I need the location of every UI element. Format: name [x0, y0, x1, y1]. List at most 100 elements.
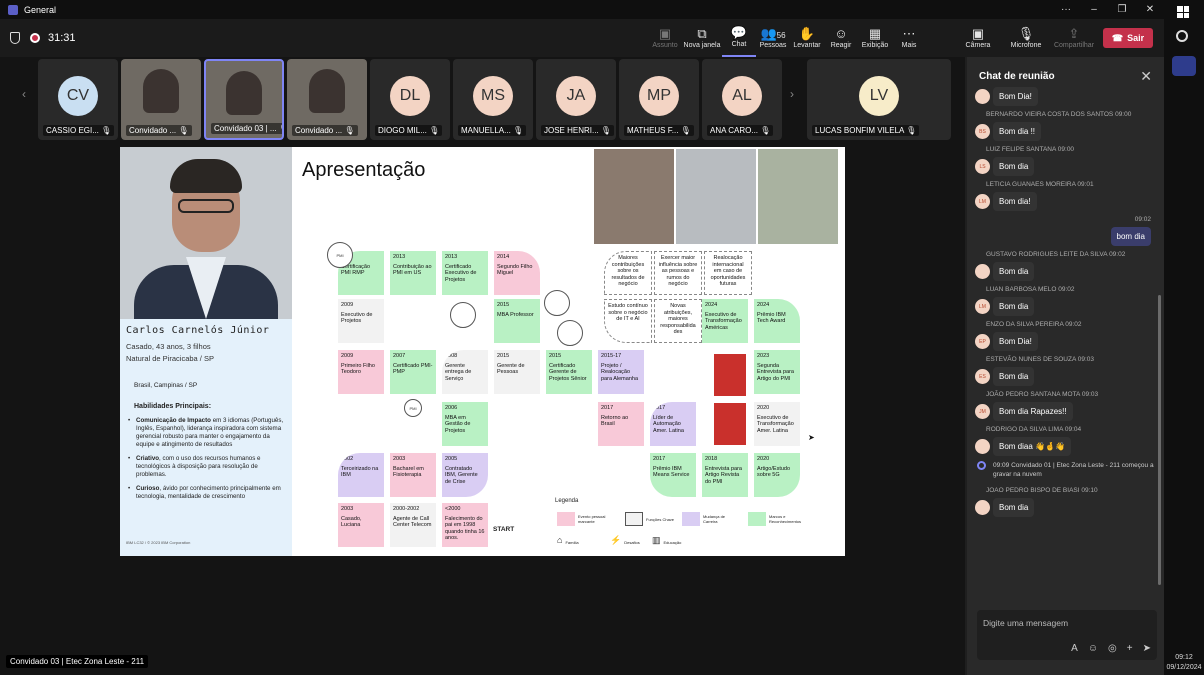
profile-name: Carlos Carnelós Júnior	[126, 325, 270, 336]
send-icon[interactable]: ➤	[1143, 643, 1151, 654]
chat-message[interactable]: ESTEVÃO NUNES DE SOUZA 09:03 ES Bom dia	[975, 356, 1157, 386]
message-row: Bom diaa 👋🤞👋	[975, 437, 1157, 456]
legend-swatch	[557, 512, 575, 526]
sticker-icon[interactable]: ◎	[1108, 643, 1117, 654]
lightning-icon: ⚡	[610, 535, 622, 545]
message-meta: RODRIGO DA SILVA LIMA 09:04	[986, 426, 1157, 433]
message-list[interactable]: Bom Dia! BERNARDO VIEIRA COSTA DOS SANTOS…	[975, 87, 1157, 625]
chat-message[interactable]: Bom Dia!	[975, 87, 1157, 106]
timeline-year: 2006	[445, 405, 458, 411]
legend-swatch	[625, 512, 643, 526]
chevron-left-icon[interactable]: ‹	[22, 87, 26, 101]
pmi-badge-icon: PMI	[327, 242, 353, 268]
avatar: DL	[390, 76, 430, 116]
timeline-event: 2023 Segunda Entrevista para Artigo do PM…	[754, 350, 800, 394]
timeline-event: 2017 Prêmio IBM Means Service	[650, 453, 696, 497]
toolbar-pop-out-button[interactable]: ⧉ Nova janela	[682, 19, 722, 57]
profile-info: Casado, 43 anos, 3 filhos Natural de Pir…	[126, 341, 214, 365]
message-time: 09:00	[1115, 111, 1132, 118]
participant-name: ANA CARO... 🎙	[707, 125, 774, 136]
toolbar-people-button[interactable]: 👥56 Pessoas	[756, 19, 790, 57]
windows-start-icon[interactable]	[1177, 6, 1189, 18]
timeline-text: Casado, Luciana	[341, 515, 362, 529]
compose-box[interactable]: A ☺ ◎ + ➤	[977, 610, 1157, 660]
message-sender: BERNARDO VIEIRA COSTA DOS SANTOS	[986, 111, 1114, 118]
chat-message[interactable]: JOÃO PEDRO SANTANA MOTA 09:03 JM Bom dia R…	[975, 391, 1157, 421]
message-bubble: Bom diaa 👋🤞👋	[993, 437, 1071, 456]
minimize-button[interactable]: –	[1080, 4, 1108, 15]
participant-tile[interactable]: Convidado 03 | ... 🎙	[204, 59, 284, 140]
timeline-text: Prêmio IBM Tech Award	[757, 311, 786, 325]
chat-scrollbar[interactable]	[1158, 295, 1161, 585]
participant-tile[interactable]: MP MATHEUS F... 🎙	[619, 59, 699, 140]
legend-label: Funções Chave	[646, 516, 675, 522]
chat-message[interactable]: LETICIA GUANAES MOREIRA 09:01 LM Bom dia!	[975, 181, 1157, 211]
toolbar-more-button[interactable]: ⋯ Mais	[892, 19, 926, 57]
meeting-timer: 31:31	[48, 32, 76, 44]
system-clock[interactable]: 09:12 09/12/2024	[1164, 653, 1204, 673]
participant-tile[interactable]: LV LUCAS BONFIM VILELA 🎙	[807, 59, 951, 140]
participant-tile[interactable]: Convidado ... 🎙	[287, 59, 367, 140]
meeting-toolbar: 31:31 ▣ Assunto ⧉ Nova janela 💬 Chat 👥56 Pessoa…	[0, 19, 1164, 57]
chevron-right-icon[interactable]: ›	[790, 87, 794, 101]
chat-message[interactable]: RODRIGO DA SILVA LIMA 09:04 Bom diaa 👋🤞👋	[975, 426, 1157, 456]
timeline-event: <2000 Falecimento do pai em 1998 quando t…	[442, 503, 488, 547]
avatar	[975, 89, 990, 104]
message-sender: JOAO PEDRO BISPO DE BIASI	[986, 487, 1080, 494]
skill-bold: Curioso	[136, 485, 160, 492]
format-icon[interactable]: A	[1071, 643, 1078, 654]
chat-message[interactable]: LUIZ FELIPE SANTANA 09:00 LS Bom dia	[975, 146, 1157, 176]
participant-tile[interactable]: AL ANA CARO... 🎙	[702, 59, 782, 140]
close-window-button[interactable]: ✕	[1136, 4, 1164, 15]
participant-tile[interactable]: MS MANUELLA... 🎙	[453, 59, 533, 140]
legend-label: Educação	[663, 539, 682, 545]
toolbar-share-button[interactable]: ⇪ Compartilhar	[1050, 19, 1098, 57]
message-time: 09:02	[1134, 216, 1151, 223]
toolbar-smile-button[interactable]: ☺ Reagir	[824, 19, 858, 57]
message-meta: LUIZ FELIPE SANTANA 09:00	[986, 146, 1157, 153]
timeline-text: Entrevista para Artigo Revista do PMI	[705, 465, 742, 485]
future-goal-box: Realocação internacional em caso de opor…	[704, 251, 752, 295]
message-input[interactable]	[983, 616, 1151, 630]
participant-tile[interactable]: DL DIOGO MIL... 🎙	[370, 59, 450, 140]
window-titlebar: General ··· – ❐ ✕	[0, 0, 1164, 19]
seal-icon	[557, 320, 583, 346]
toolbar-grid-button[interactable]: ▦ Exibição	[858, 19, 892, 57]
timeline-year: 2020	[757, 405, 770, 411]
maximize-button[interactable]: ❐	[1108, 4, 1136, 15]
chat-message[interactable]: JOAO PEDRO BISPO DE BIASI 09:10 Bom dia	[975, 487, 1157, 517]
toolbar-chat-button[interactable]: 💬 Chat	[722, 19, 756, 57]
chat-message[interactable]: 09:02 bom dia	[975, 216, 1157, 246]
emoji-icon[interactable]: ☺	[1088, 643, 1098, 654]
message-bubble: Bom dia	[993, 297, 1035, 316]
add-icon[interactable]: +	[1127, 643, 1133, 654]
chat-message[interactable]: BERNARDO VIEIRA COSTA DOS SANTOS 09:00 BS…	[975, 111, 1157, 141]
recording-icon	[30, 33, 40, 43]
message-time: 09:04	[1064, 426, 1082, 433]
timeline-text: Certificado Executivo de Projetos	[445, 263, 477, 283]
participant-tile[interactable]: JA JOSE HENRI... 🎙	[536, 59, 616, 140]
shield-icon[interactable]	[10, 32, 20, 44]
mic-muted-icon: 🎙	[98, 126, 112, 135]
toolbar-mic-off-button[interactable]: 🎙 Microfone	[1002, 19, 1050, 57]
avatar: BS	[975, 124, 990, 139]
toolbar-camera-off-button[interactable]: ▣ Câmera	[954, 19, 1002, 57]
more-options-icon[interactable]: ···	[1052, 4, 1080, 15]
camera-off-icon: ▣	[971, 26, 985, 41]
leave-button[interactable]: ☎ Sair	[1103, 28, 1153, 48]
teams-app-icon[interactable]	[1172, 56, 1196, 76]
chat-message[interactable]: ENZO DA SILVA PEREIRA 09:02 EP Bom Dia!	[975, 321, 1157, 351]
avatar: EP	[975, 334, 990, 349]
timeline-event: 2009 Executivo de Projetos	[338, 299, 384, 343]
participant-tile[interactable]: Convidado ... 🎙	[121, 59, 201, 140]
toolbar-hand-button[interactable]: ✋ Levantar	[790, 19, 824, 57]
close-icon[interactable]: ✕	[1140, 68, 1152, 85]
chat-message[interactable]: GUSTAVO RODRIGUES LEITE DA SILVA 09:02 Bo…	[975, 251, 1157, 281]
share-icon: ⇪	[1068, 26, 1080, 41]
message-time: 09:02	[1065, 321, 1082, 328]
toolbar-camera-off-button[interactable]: ▣ Assunto	[648, 19, 682, 57]
search-icon[interactable]	[1176, 30, 1188, 42]
participant-tile[interactable]: CV CASSIO EGI... 🎙	[38, 59, 118, 140]
camera-off-icon: ▣	[658, 26, 672, 41]
chat-message[interactable]: LUAN BARBOSA MELO 09:02 LM Bom dia	[975, 286, 1157, 316]
